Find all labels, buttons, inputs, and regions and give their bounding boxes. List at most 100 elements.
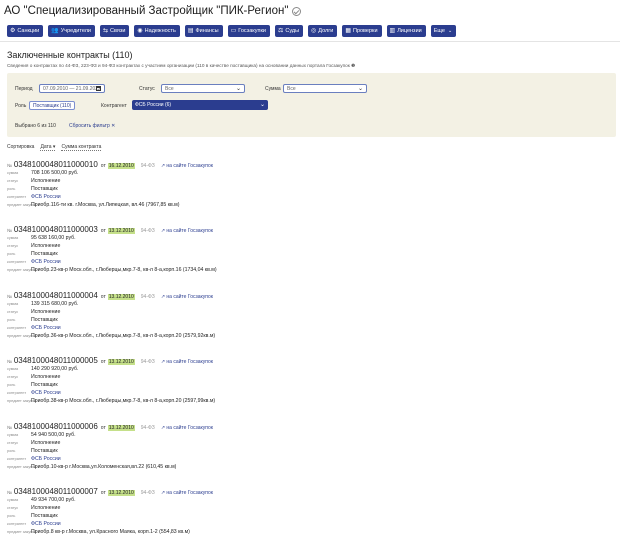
section-title: Заключенные контракты (110) bbox=[7, 50, 133, 60]
contract-status-row: статус Исполнение bbox=[7, 505, 457, 513]
contract-date: 13.12.2010 bbox=[107, 424, 135, 431]
nav-button-label: Госзакупки bbox=[238, 28, 266, 34]
contract-sum-row: сумма 54 940 500,00 руб. bbox=[7, 432, 457, 440]
sort-by-date[interactable]: Дата ▾ bbox=[40, 144, 56, 151]
contract-subject-label: предмет закупки bbox=[7, 530, 37, 534]
contract-law: 94-ФЗ bbox=[140, 424, 155, 431]
contract-role-label: роль bbox=[7, 252, 16, 257]
contract-number[interactable]: 0348100048011000005 bbox=[14, 356, 98, 365]
counterparty-select[interactable]: ФСБ России (6) ⌄ bbox=[132, 100, 268, 110]
contract-header: № 0348100048011000006 от 13.12.2010 94-ФЗ ↗ н… bbox=[7, 422, 457, 432]
users-icon: 👥 bbox=[51, 28, 59, 34]
procurement-site-link[interactable]: ↗ на сайте Госзакупок bbox=[161, 425, 213, 431]
procurement-site-link[interactable]: ↗ на сайте Госзакупок bbox=[161, 359, 213, 365]
contract-role-label: роль bbox=[7, 448, 16, 453]
contract-date: 16.12.2010 bbox=[107, 163, 135, 169]
company-title: АО "Специализированный Застройщик "ПИК-Р… bbox=[4, 5, 302, 17]
period-input[interactable]: 07.09.2010 — 21.09.2022 bbox=[39, 84, 105, 93]
selected-count: Выбрано 6 из 110 bbox=[15, 123, 56, 129]
nav-button-label: Суды bbox=[285, 28, 300, 34]
nav-button-procurement[interactable]: ▭ Госзакупки bbox=[227, 25, 270, 37]
license-icon: ▥ bbox=[389, 28, 396, 34]
chevron-down-icon: ⌄ bbox=[357, 86, 363, 92]
contract-counterparty-value[interactable]: ФСБ России bbox=[31, 390, 61, 396]
sum-select[interactable]: Все ⌄ bbox=[283, 84, 367, 93]
verified-check-icon bbox=[292, 6, 302, 16]
contract-counterparty-value[interactable]: ФСБ России bbox=[31, 325, 61, 331]
shield-icon: ⚙ bbox=[10, 28, 16, 34]
contract-counterparty-value[interactable]: ФСБ России bbox=[31, 194, 61, 200]
contract-number[interactable]: 0348100048011000004 bbox=[14, 291, 98, 300]
contract-counterparty-value[interactable]: ФСБ России bbox=[31, 259, 61, 265]
calendar-icon[interactable] bbox=[96, 86, 101, 91]
contract-role-value: Поставщик bbox=[31, 316, 58, 323]
contract-counterparty-label: контрагент bbox=[7, 195, 27, 199]
nav-button-relations[interactable]: ⇆ Связи bbox=[99, 25, 130, 37]
procurement-site-link[interactable]: ↗ на сайте Госзакупок bbox=[161, 294, 213, 300]
role-label: Роль bbox=[15, 103, 27, 109]
contract-role-label: роль bbox=[7, 187, 16, 191]
contract-law: 94-ФЗ bbox=[140, 359, 155, 366]
filter-panel: Период 07.09.2010 — 21.09.2022 Статус Вс… bbox=[7, 73, 616, 137]
contract-card: № 0348100048011000006 от 13.12.2010 94-ФЗ ↗ н… bbox=[7, 422, 457, 472]
contract-subject-label: предмет закупки bbox=[7, 333, 37, 338]
contract-counterparty-label: контрагент bbox=[7, 456, 27, 461]
contract-card: № 0348100048011000005 от 13.12.2010 94-ФЗ ↗ н… bbox=[7, 356, 457, 406]
contract-number[interactable]: 0348100048011000003 bbox=[14, 225, 98, 234]
nav-button-label: Надежность bbox=[144, 28, 176, 34]
contract-counterparty-label: контрагент bbox=[7, 391, 27, 396]
sum-value: Все bbox=[287, 85, 296, 92]
contract-card: № 0348100048011000010 от 16.12.2010 94-ФЗ ↗ н… bbox=[7, 160, 457, 210]
sort-by-sum[interactable]: Сумма контракта bbox=[61, 144, 102, 151]
sum-label: Сумма bbox=[265, 86, 281, 92]
procurement-site-link[interactable]: ↗ на сайте Госзакупок bbox=[161, 228, 213, 234]
nav-button-courts[interactable]: ⚖ Суды bbox=[274, 25, 304, 37]
contract-number[interactable]: 0348100048011000007 bbox=[14, 487, 98, 496]
contract-header: № 0348100048011000007 от 13.12.2010 94-ФЗ ↗ н… bbox=[7, 487, 457, 497]
nav-button-licenses[interactable]: ▥ Лицензии bbox=[386, 25, 426, 37]
contract-number[interactable]: 0348100048011000006 bbox=[14, 422, 98, 431]
contract-sum-value: 139 315 680,00 руб. bbox=[31, 300, 79, 307]
contract-status-value: Исполнение bbox=[31, 374, 61, 381]
contract-subject-row: предмет закупки Приобр.38-кв-р Моск.обл.,… bbox=[7, 398, 457, 406]
contract-counterparty-value[interactable]: ФСБ России bbox=[31, 456, 61, 462]
contract-sum-row: сумма 140 290 920,00 руб. bbox=[7, 366, 457, 374]
contract-status-label: статус bbox=[7, 440, 19, 445]
contract-subject-label: предмет закупки bbox=[7, 203, 37, 207]
contract-role-row: роль Поставщик bbox=[7, 317, 457, 325]
nav-button-finance[interactable]: ▤ Финансы bbox=[184, 25, 223, 37]
contract-counterparty-value[interactable]: ФСБ России bbox=[31, 521, 61, 527]
contract-counterparty-row: контрагент ФСБ России bbox=[7, 521, 457, 529]
contract-number-prefix: № bbox=[7, 359, 12, 365]
contract-sum-row: сумма 139 315 680,00 руб. bbox=[7, 301, 457, 309]
status-select[interactable]: Все ⌄ bbox=[161, 84, 245, 93]
contract-number[interactable]: 0348100048011000010 bbox=[14, 160, 98, 169]
nav-button-label: Санкции bbox=[17, 28, 40, 34]
procurement-site-link[interactable]: ↗ на сайте Госзакупок bbox=[161, 163, 213, 169]
contract-status-value: Исполнение bbox=[31, 178, 61, 184]
contract-sum-label: сумма bbox=[7, 498, 19, 502]
contract-subject-value: Приобр.38-кв-р Моск.обл., г.Люберцы,мкр.… bbox=[31, 398, 216, 405]
contract-card: № 0348100048011000007 от 13.12.2010 94-ФЗ ↗ н… bbox=[7, 487, 457, 537]
page: АО "Специализированный Застройщик "ПИК-Р… bbox=[0, 0, 620, 548]
nav-button-debts[interactable]: ◎ Долги bbox=[308, 25, 338, 37]
nav-button-inspections[interactable]: ▦ Проверки bbox=[342, 25, 382, 37]
reset-filter-link[interactable]: Сбросить фильтр ✕ bbox=[69, 123, 115, 129]
role-chip[interactable]: Поставщик (110) bbox=[29, 101, 76, 110]
nav-button-reliability[interactable]: ◉ Надежность bbox=[134, 25, 180, 37]
section-subtitle: Сведения о контрактах по 44-ФЗ, 223-ФЗ и… bbox=[7, 63, 356, 68]
nav-button-more[interactable]: Еще ⌄ bbox=[430, 25, 457, 37]
nav-button-sanctions[interactable]: ⚙ Санкции bbox=[7, 25, 44, 37]
contract-status-value: Исполнение bbox=[31, 505, 61, 511]
contract-number-prefix: № bbox=[7, 490, 12, 495]
nav-button-founders[interactable]: 👥 Учредители bbox=[48, 25, 95, 37]
contract-role-label: роль bbox=[7, 383, 16, 388]
contract-role-value: Поставщик bbox=[31, 186, 58, 192]
tender-icon: ▭ bbox=[230, 28, 237, 34]
contract-counterparty-row: контрагент ФСБ России bbox=[7, 456, 457, 464]
contract-number-prefix: № bbox=[7, 293, 12, 299]
inspect-icon: ▦ bbox=[345, 28, 351, 34]
procurement-site-link[interactable]: ↗ на сайте Госзакупок bbox=[161, 490, 213, 496]
contract-status-label: статус bbox=[7, 309, 19, 314]
contract-role-label: роль bbox=[7, 514, 16, 518]
